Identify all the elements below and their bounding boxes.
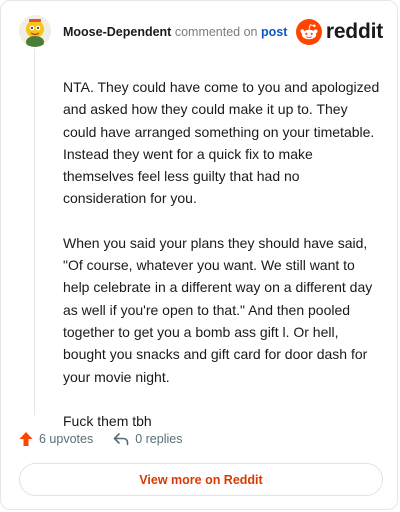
comment-meta: Moose-Dependent commented on post — [63, 25, 287, 39]
reddit-logo[interactable]: reddit — [295, 18, 383, 46]
view-more-on-reddit-button[interactable]: View more on Reddit — [19, 463, 383, 496]
username[interactable]: Moose-Dependent — [63, 25, 171, 39]
post-link[interactable]: post — [261, 25, 287, 39]
reply-action[interactable]: 0 replies — [113, 432, 182, 446]
reddit-snoo-icon — [295, 19, 322, 45]
comment-body: NTA. They could have come to you and apo… — [63, 76, 381, 454]
upvote-count: 6 upvotes — [39, 432, 94, 446]
embedded-comment-card: Moose-Dependent commented on post reddit… — [0, 0, 398, 510]
action-text: commented on — [174, 25, 258, 39]
reddit-wordmark: reddit — [325, 20, 383, 43]
avatar-image-icon — [19, 15, 51, 47]
reply-arrow-icon — [113, 433, 129, 446]
upvote-arrow-icon — [19, 432, 33, 446]
comment-actions: 6 upvotes 0 replies — [19, 429, 202, 449]
comment-header: Moose-Dependent commented on post reddit — [19, 15, 383, 55]
user-avatar[interactable] — [19, 15, 51, 47]
comment-paragraph: When you said your plans they should hav… — [63, 234, 373, 385]
reply-count: 0 replies — [135, 432, 183, 446]
upvote-action[interactable]: 6 upvotes — [19, 431, 93, 447]
comment-paragraph: NTA. They could have come to you and apo… — [63, 79, 380, 207]
thread-line — [34, 49, 35, 415]
